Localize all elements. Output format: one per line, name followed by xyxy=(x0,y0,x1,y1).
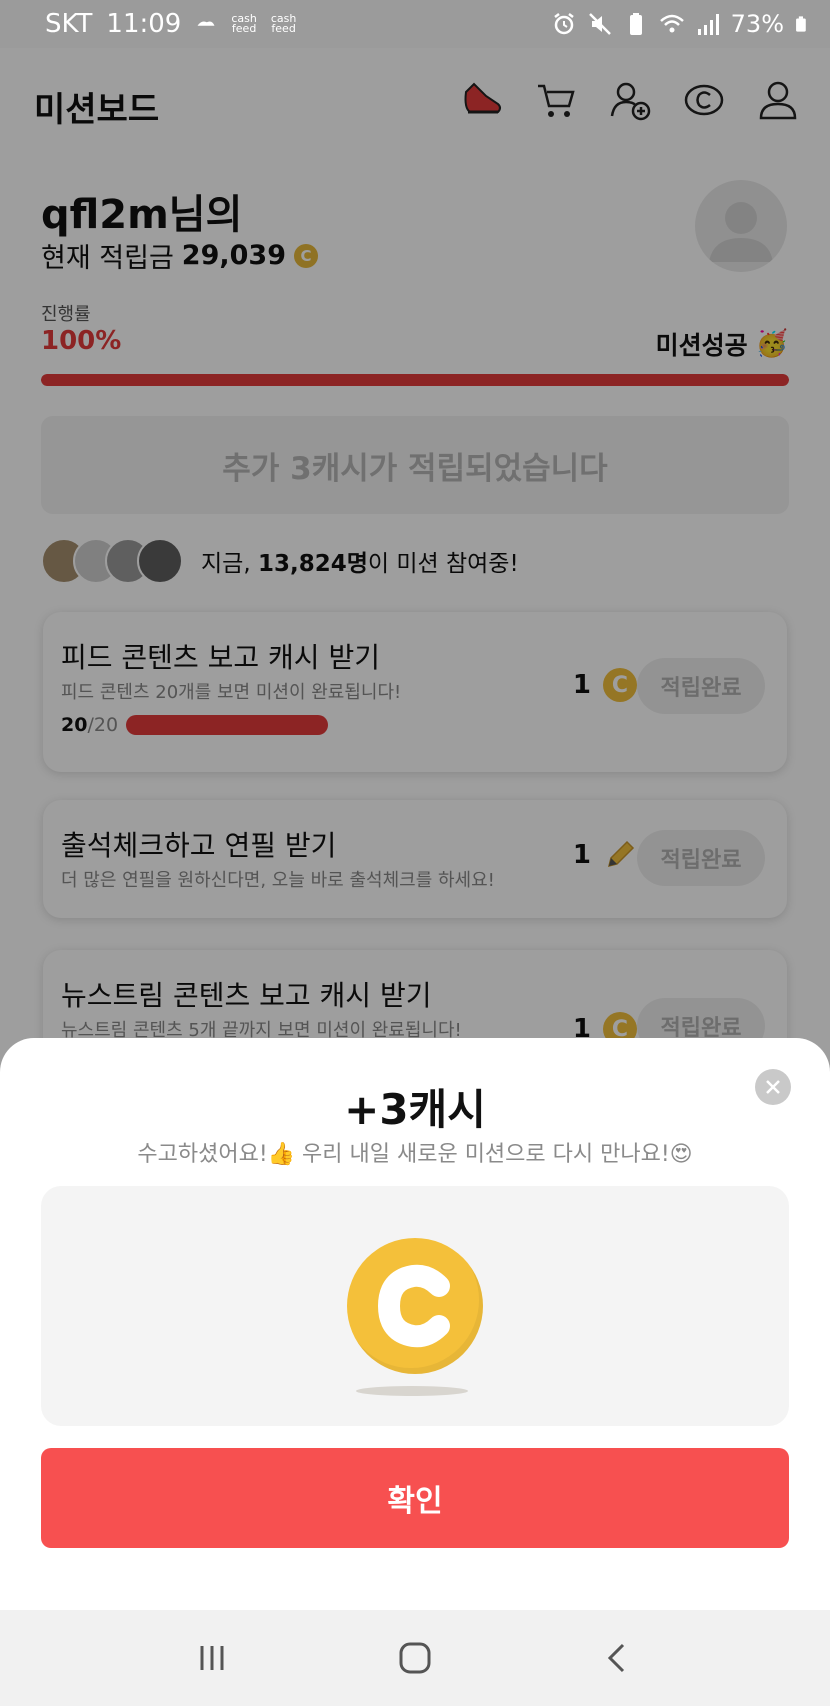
back-button[interactable] xyxy=(593,1633,643,1683)
reward-title: +3캐시 xyxy=(344,1085,486,1134)
back-icon xyxy=(608,1643,625,1673)
cloud-icon xyxy=(197,21,215,26)
battery-saver-icon xyxy=(629,13,642,35)
home-icon xyxy=(399,1642,431,1674)
coin-shadow xyxy=(356,1386,468,1396)
system-navigation-bar xyxy=(0,1610,830,1706)
confirm-button[interactable]: 확인 xyxy=(41,1448,789,1548)
battery-icon xyxy=(796,16,806,32)
mute-icon xyxy=(588,13,611,35)
home-button[interactable] xyxy=(390,1633,440,1683)
reward-subtitle: 수고하셨어요!👍 우리 내일 새로운 미션으로 다시 만나요!😍 xyxy=(137,1142,693,1167)
recent-apps-icon xyxy=(200,1646,224,1670)
clock: 11:09 xyxy=(106,9,182,39)
battery-percent: 73% xyxy=(730,10,784,38)
status-bar: SKT 11:09 cash feed cash feed 73% xyxy=(0,0,830,48)
cash-coin-icon xyxy=(347,1238,483,1374)
cashfeed-notification-2: cash feed xyxy=(270,12,297,35)
carrier-label: SKT xyxy=(45,9,93,39)
signal-icon xyxy=(697,14,719,35)
wifi-icon xyxy=(659,14,684,33)
recent-apps-button[interactable] xyxy=(187,1633,237,1683)
alarm-icon xyxy=(553,13,574,35)
cashfeed-notification-1: cash feed xyxy=(231,12,257,35)
reward-illustration-card xyxy=(41,1186,789,1426)
reward-bottom-sheet: +3캐시 수고하셨어요!👍 우리 내일 새로운 미션으로 다시 만나요!😍 확인 xyxy=(0,1038,830,1610)
